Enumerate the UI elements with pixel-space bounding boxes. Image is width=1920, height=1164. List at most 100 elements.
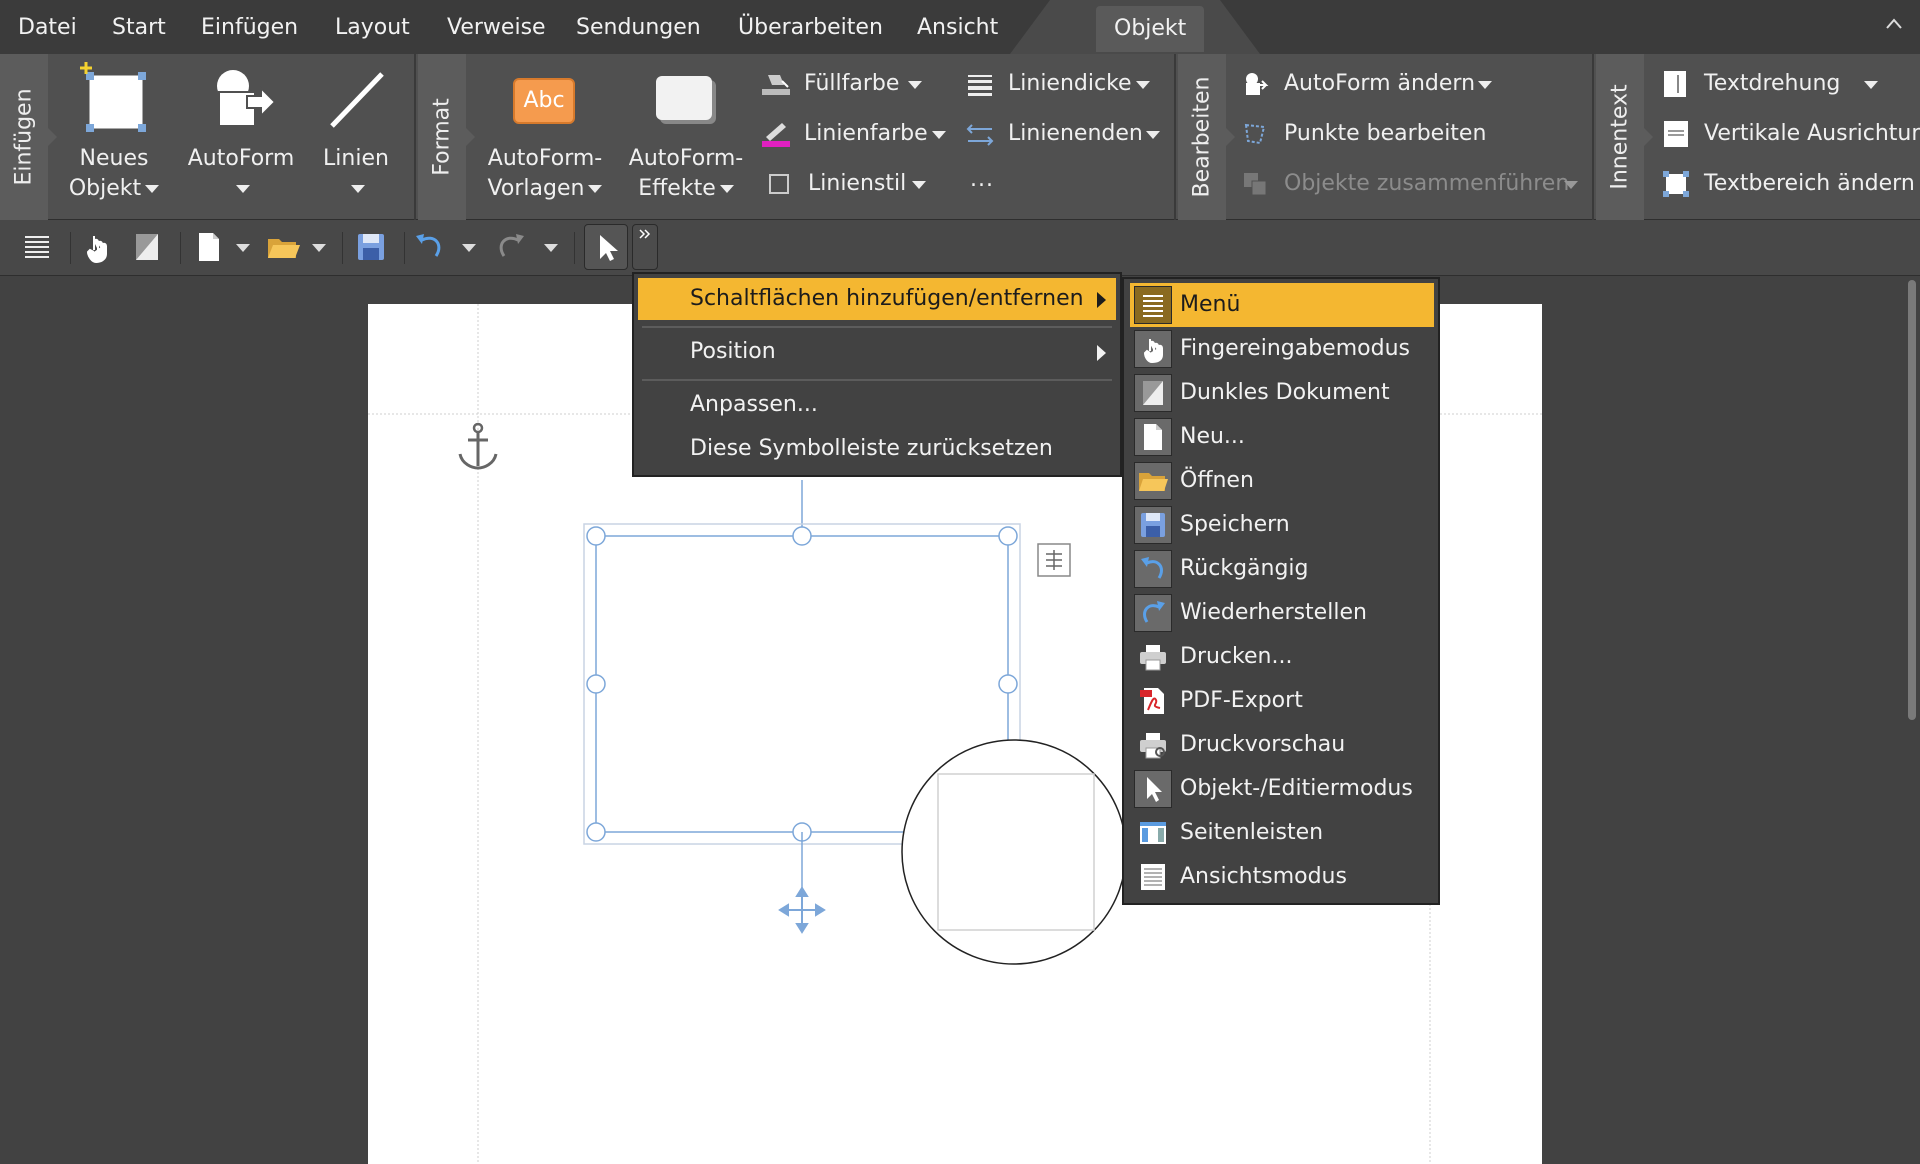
dark-document-icon	[1143, 381, 1163, 405]
quick-access-toolbar	[0, 220, 1920, 276]
pointer-icon	[600, 235, 618, 261]
submenu-item-open[interactable]: Öffnen	[1130, 459, 1434, 503]
dark-document-icon[interactable]	[130, 230, 164, 264]
submenu-item-redo[interactable]: Wiederherstellen	[1130, 591, 1434, 635]
line-style-icon	[769, 174, 789, 194]
menu-sendungen[interactable]: Sendungen	[576, 0, 701, 54]
redo-icon	[1143, 601, 1165, 623]
more-button[interactable]: ...	[970, 166, 1010, 202]
group-label-einfuegen: Einfügen	[0, 54, 57, 220]
ribbon: Einfügen Neues Objekt AutoForm Linien Fo…	[0, 54, 1920, 220]
submenu-item-save[interactable]: Speichern	[1130, 503, 1434, 547]
undo-dropdown-arrow[interactable]	[462, 244, 476, 252]
submenu-item-view-mode[interactable]: Ansichtsmodus	[1130, 855, 1434, 899]
vertical-alignment-icon	[1664, 121, 1688, 147]
redo-icon[interactable]	[494, 230, 528, 264]
fill-color-icon	[762, 75, 790, 95]
merge-objects-button[interactable]: Objekte zusammenführen	[1242, 166, 1582, 202]
autoform-templates-icon: Abc	[507, 62, 583, 138]
position-item[interactable]: Position	[638, 331, 1116, 373]
redo-dropdown-arrow[interactable]	[544, 244, 558, 252]
double-chevron-icon	[639, 229, 651, 239]
line-style-button[interactable]: Linienstil	[766, 166, 936, 202]
pdf-icon	[1140, 688, 1164, 714]
submenu-item-finger-mode[interactable]: Fingereingabemodus	[1130, 327, 1434, 371]
open-dropdown-arrow[interactable]	[312, 244, 326, 252]
new-document-icon[interactable]	[192, 230, 226, 264]
menu-ansicht[interactable]: Ansicht	[917, 0, 998, 54]
autoform-icon	[217, 70, 277, 127]
group-label-bearbeiten: Bearbeiten	[1178, 54, 1235, 220]
menu-datei[interactable]: Datei	[18, 0, 77, 54]
move-icon[interactable]	[778, 886, 826, 934]
tab-objekt[interactable]: Objekt	[1096, 6, 1205, 52]
autoform-button[interactable]: AutoForm	[186, 62, 296, 204]
view-mode-icon	[1141, 864, 1165, 890]
add-remove-buttons-item[interactable]: Schaltflächen hinzufügen/entfernen	[638, 278, 1116, 320]
menu-ueberarbeiten[interactable]: Überarbeiten	[738, 0, 883, 54]
submenu-item-menue[interactable]: Menü	[1130, 283, 1434, 327]
new-object-icon	[80, 62, 146, 132]
menu-einfuegen[interactable]: Einfügen	[201, 0, 298, 54]
submenu-item-undo[interactable]: Rückgängig	[1130, 547, 1434, 591]
submenu-item-object-mode[interactable]: Objekt-/Editiermodus	[1130, 767, 1434, 811]
change-autoform-button[interactable]: AutoForm ändern	[1242, 66, 1492, 102]
change-autoform-icon	[1246, 73, 1269, 95]
open-folder-icon	[1139, 473, 1168, 491]
menu-icon[interactable]	[20, 230, 54, 264]
group-label-innentext: Innentext	[1596, 54, 1653, 220]
new-document-icon	[1144, 424, 1162, 450]
finger-mode-icon[interactable]	[80, 230, 114, 264]
undo-icon[interactable]	[412, 230, 446, 264]
autoform-effects-button[interactable]: AutoForm- Effekte	[626, 62, 746, 204]
finger-mode-icon	[1143, 339, 1163, 364]
vertical-alignment-button[interactable]: Vertikale Ausrichtung	[1662, 116, 1920, 152]
edit-points-icon	[1244, 123, 1266, 145]
line-color-icon	[762, 123, 790, 147]
fill-color-button[interactable]: Füllfarbe	[762, 66, 932, 102]
anchor-icon	[458, 422, 498, 470]
autoform-templates-button[interactable]: Abc AutoForm- Vorlagen	[484, 62, 606, 204]
line-width-icon	[968, 75, 992, 96]
change-text-area-button[interactable]: Textbereich ändern	[1662, 166, 1915, 202]
submenu-item-new[interactable]: Neu...	[1130, 415, 1434, 459]
line-color-button[interactable]: Linienfarbe	[762, 116, 952, 152]
submenu-item-dark-document[interactable]: Dunkles Dokument	[1130, 371, 1434, 415]
open-folder-icon[interactable]	[266, 230, 300, 264]
menu-start[interactable]: Start	[112, 0, 166, 54]
line-icon	[330, 72, 384, 128]
text-rotation-icon	[1664, 71, 1686, 97]
save-icon	[1141, 513, 1165, 537]
edit-points-button[interactable]: Punkte bearbeiten	[1242, 116, 1492, 152]
text-frame-icon[interactable]	[1037, 543, 1071, 577]
submenu-item-pdf-export[interactable]: PDF-Export	[1130, 679, 1434, 723]
submenu-item-sidebars[interactable]: Seitenleisten	[1130, 811, 1434, 855]
lines-button[interactable]: Linien	[316, 62, 396, 204]
menu-verweise[interactable]: Verweise	[447, 0, 546, 54]
collapse-ribbon-icon[interactable]	[1884, 14, 1904, 34]
autoform-effects-icon	[656, 76, 716, 124]
sidebars-icon	[1140, 822, 1166, 844]
add-remove-buttons-submenu: Menü Fingereingabemodus Dunkles Dokument…	[1122, 277, 1440, 905]
text-rotation-button[interactable]: Textdrehung	[1662, 66, 1882, 102]
customize-item[interactable]: Anpassen...	[638, 384, 1116, 426]
line-ends-button[interactable]: Linienenden	[966, 116, 1166, 152]
menu-layout[interactable]: Layout	[335, 0, 410, 54]
text-area-icon	[1663, 171, 1689, 197]
submenu-item-print[interactable]: Drucken...	[1130, 635, 1434, 679]
submenu-item-print-preview[interactable]: Druckvorschau	[1130, 723, 1434, 767]
toolbar-context-menu: Schaltflächen hinzufügen/entfernen Posit…	[632, 272, 1122, 477]
print-preview-icon	[1140, 733, 1166, 759]
vertical-scrollbar[interactable]	[1908, 280, 1916, 720]
save-icon[interactable]	[354, 230, 388, 264]
new-object-button[interactable]: Neues Objekt	[62, 62, 166, 204]
toolbar-overflow-button[interactable]	[632, 224, 658, 270]
reset-toolbar-item[interactable]: Diese Symbolleiste zurücksetzen	[638, 428, 1116, 470]
object-mode-button[interactable]	[584, 224, 628, 270]
group-label-format: Format	[418, 54, 475, 220]
line-ends-icon	[966, 124, 994, 146]
menu-bar: Datei Start Einfügen Layout Verweise Sen…	[0, 0, 1920, 54]
undo-icon	[1141, 557, 1163, 579]
line-width-button[interactable]: Liniendicke	[966, 66, 1156, 102]
new-dropdown-arrow[interactable]	[236, 244, 250, 252]
